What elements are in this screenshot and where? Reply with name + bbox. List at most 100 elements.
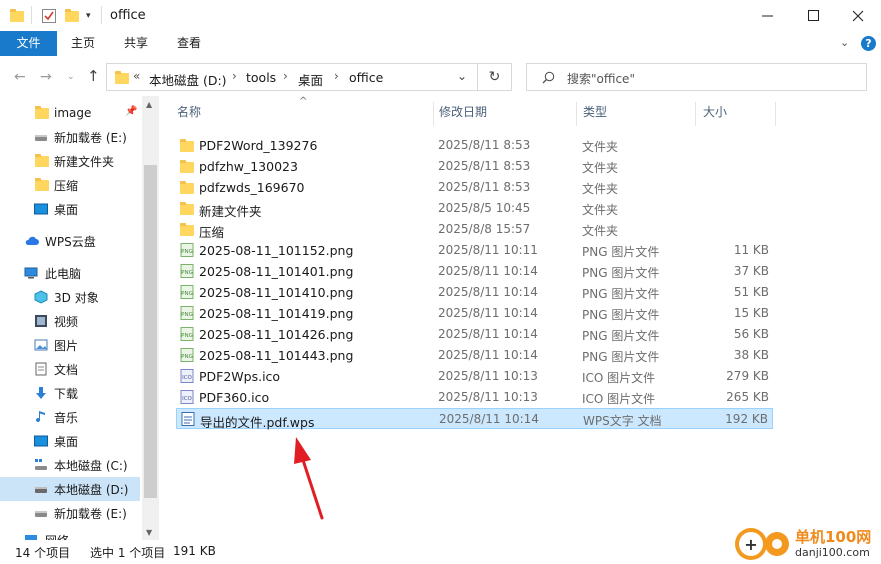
nav-item-new-folder[interactable]: 新建文件夹 xyxy=(0,149,140,173)
column-header-type[interactable]: 类型 xyxy=(583,103,607,127)
file-name: 2025-08-11_101419.png xyxy=(199,306,354,321)
breadcrumb-separator-icon[interactable]: › xyxy=(283,69,288,83)
search-box[interactable]: 搜索"office" xyxy=(526,63,867,91)
table-row[interactable]: 新建文件夹 2025/8/5 10:45 文件夹 xyxy=(176,198,773,219)
address-bar[interactable]: « 本地磁盘 (D:) › tools › 桌面 › office ⌄ xyxy=(106,63,478,91)
drive-icon xyxy=(35,135,47,141)
up-arrow-icon[interactable]: ↑ xyxy=(87,67,100,85)
nav-item-e-drive-2[interactable]: 新加载卷 (E:) xyxy=(0,501,140,525)
download-icon xyxy=(36,387,46,399)
quick-access-folder-icon[interactable] xyxy=(10,7,24,25)
scroll-up-icon[interactable]: ▲ xyxy=(146,100,152,109)
column-divider[interactable] xyxy=(433,102,434,126)
nav-item-videos[interactable]: 视频 xyxy=(0,309,140,333)
address-dropdown-chevron-icon[interactable]: ⌄ xyxy=(457,69,467,83)
table-row[interactable]: ICO PDF2Wps.ico 2025/8/11 10:13 ICO 图片文件 279… xyxy=(176,366,773,387)
selection-count: 选中 1 个项目 xyxy=(90,546,166,560)
nav-item-3d-objects[interactable]: 3D 对象 xyxy=(0,285,140,309)
table-row[interactable]: PNG 2025-08-11_101401.png 2025/8/11 10:14 P… xyxy=(176,261,773,282)
help-icon[interactable]: ? xyxy=(861,36,876,51)
file-name: PDF360.ico xyxy=(199,390,270,405)
column-header-name[interactable]: 名称 xyxy=(177,103,201,127)
column-divider[interactable] xyxy=(775,102,776,126)
file-name: 2025-08-11_101426.png xyxy=(199,327,354,342)
customize-toolbar-icon[interactable]: ▾ xyxy=(86,7,91,25)
column-header-size[interactable]: 大小 xyxy=(703,103,727,127)
close-button[interactable] xyxy=(835,0,881,31)
file-size: 51 KB xyxy=(733,285,769,299)
nav-item-label: 压缩 xyxy=(54,178,79,193)
new-folder-icon[interactable] xyxy=(65,7,79,25)
tab-home[interactable]: 主页 xyxy=(60,31,106,56)
nav-item-label: WPS云盘 xyxy=(45,234,96,249)
nav-item-documents[interactable]: 文档 xyxy=(0,357,140,381)
tab-file[interactable]: 文件 xyxy=(0,31,57,56)
breadcrumb-tools[interactable]: tools xyxy=(246,70,276,85)
scroll-down-icon[interactable]: ▼ xyxy=(146,528,152,537)
drive-icon xyxy=(35,511,47,517)
breadcrumb-separator-icon[interactable]: › xyxy=(334,69,339,83)
nav-item-this-pc[interactable]: 此电脑 xyxy=(0,261,140,285)
nav-item-pictures[interactable]: 图片 xyxy=(0,333,140,357)
address-overflow[interactable]: « xyxy=(133,69,140,83)
nav-item-image[interactable]: image 📌 xyxy=(0,101,140,125)
file-list: ^ 名称 修改日期 类型 大小 PDF2Word_139276 2025/8/11… xyxy=(160,96,881,540)
table-row[interactable]: PNG 2025-08-11_101443.png 2025/8/11 10:14 P… xyxy=(176,345,773,366)
file-size: 11 KB xyxy=(733,243,769,257)
properties-icon[interactable] xyxy=(41,7,57,25)
table-row-selected[interactable]: 导出的文件.pdf.wps 2025/8/11 10:14 WPS文字 文档 192 … xyxy=(176,408,773,430)
table-row[interactable]: pdfzwds_169670 2025/8/11 8:53 文件夹 xyxy=(176,177,773,198)
refresh-button[interactable]: ↻ xyxy=(478,63,512,91)
nav-item-wps-cloud[interactable]: WPS云盘 xyxy=(0,229,140,253)
table-row[interactable]: pdfzhw_130023 2025/8/11 8:53 文件夹 xyxy=(176,156,773,177)
maximize-button[interactable] xyxy=(790,0,836,31)
breadcrumb-d-drive[interactable]: 本地磁盘 (D:) xyxy=(149,70,227,89)
file-date: 2025/8/11 10:14 xyxy=(438,306,538,320)
nav-item-d-drive[interactable]: 本地磁盘 (D:) xyxy=(0,477,140,501)
table-row[interactable]: 压缩 2025/8/8 15:57 文件夹 xyxy=(176,219,773,240)
png-file-icon: PNG xyxy=(180,306,194,320)
nav-item-desktop[interactable]: 桌面 xyxy=(0,197,140,221)
breadcrumb-desktop[interactable]: 桌面 xyxy=(298,70,323,89)
file-type: 文件夹 xyxy=(582,224,619,238)
file-date: 2025/8/11 8:53 xyxy=(438,138,531,152)
column-divider[interactable] xyxy=(576,102,577,126)
table-row[interactable]: PNG 2025-08-11_101410.png 2025/8/11 10:14 P… xyxy=(176,282,773,303)
nav-scrollbar-thumb[interactable] xyxy=(144,165,157,498)
nav-item-compress[interactable]: 压缩 xyxy=(0,173,140,197)
column-divider[interactable] xyxy=(695,102,696,126)
file-name: 新建文件夹 xyxy=(199,204,262,219)
nav-item-label: 网络 xyxy=(45,532,69,540)
nav-item-label: 新加载卷 (E:) xyxy=(54,130,127,145)
table-row[interactable]: PNG 2025-08-11_101426.png 2025/8/11 10:14 P… xyxy=(176,324,773,345)
nav-item-desktop-2[interactable]: 桌面 xyxy=(0,429,140,453)
tab-view[interactable]: 查看 xyxy=(166,31,212,56)
folder-icon xyxy=(35,154,49,167)
table-row[interactable]: PDF2Word_139276 2025/8/11 8:53 文件夹 xyxy=(176,135,773,156)
nav-item-network[interactable]: 网络 xyxy=(0,526,140,540)
file-size: 37 KB xyxy=(733,264,769,278)
nav-item-downloads[interactable]: 下载 xyxy=(0,381,140,405)
recent-locations-chevron-icon[interactable]: ⌄ xyxy=(67,72,75,82)
table-row[interactable]: PNG 2025-08-11_101419.png 2025/8/11 10:14 P… xyxy=(176,303,773,324)
minimize-icon xyxy=(761,15,773,17)
sort-ascending-icon: ^ xyxy=(299,96,308,107)
file-size: 38 KB xyxy=(733,348,769,362)
breadcrumb-separator-icon[interactable]: › xyxy=(232,69,237,83)
back-arrow-icon[interactable]: ← xyxy=(14,69,26,85)
nav-item-music[interactable]: 音乐 xyxy=(0,405,140,429)
svg-text:PNG: PNG xyxy=(181,249,193,255)
table-row[interactable]: ICO PDF360.ico 2025/8/11 10:13 ICO 图片文件 265 … xyxy=(176,387,773,408)
minimize-button[interactable] xyxy=(744,0,790,31)
breadcrumb-office[interactable]: office xyxy=(349,70,383,85)
svg-text:PNG: PNG xyxy=(181,270,193,276)
forward-arrow-icon[interactable]: → xyxy=(40,69,52,85)
nav-item-e-drive[interactable]: 新加载卷 (E:) xyxy=(0,125,140,149)
table-row[interactable]: PNG 2025-08-11_101152.png 2025/8/11 10:11 P… xyxy=(176,240,773,261)
ico-file-icon: ICO xyxy=(180,390,194,404)
nav-item-c-drive[interactable]: 本地磁盘 (C:) xyxy=(0,453,140,477)
chevron-down-icon[interactable]: ⌄ xyxy=(840,36,849,49)
tab-share[interactable]: 共享 xyxy=(113,31,159,56)
pin-icon[interactable]: 📌 xyxy=(125,106,137,117)
column-header-date[interactable]: 修改日期 xyxy=(439,103,487,127)
